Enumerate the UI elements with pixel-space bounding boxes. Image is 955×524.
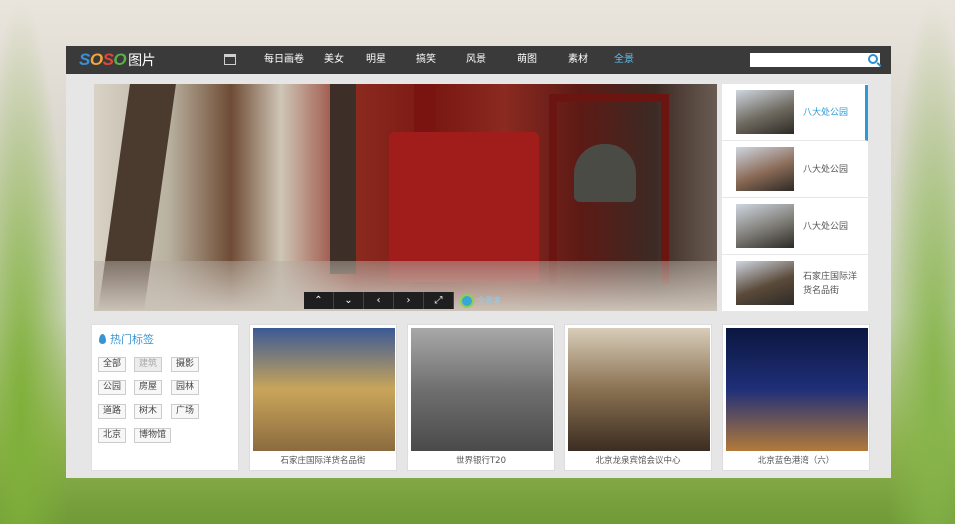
logo-letter-3: S bbox=[102, 50, 114, 69]
tag-chip[interactable]: 房屋 bbox=[134, 380, 163, 395]
side-list-item[interactable]: 八大处公园 bbox=[722, 85, 868, 141]
panorama-viewer[interactable]: ⌃ ⌄ ‹ › ⤢ 全景客 bbox=[94, 84, 717, 311]
card-thumbnail bbox=[411, 328, 553, 451]
side-item-label: 八大处公园 bbox=[803, 165, 849, 175]
background-blur-left bbox=[0, 0, 70, 524]
logo-letter-1: S bbox=[79, 50, 90, 69]
flame-icon bbox=[99, 334, 106, 344]
card-thumbnail bbox=[253, 328, 395, 451]
logo-letter-4: O bbox=[113, 50, 127, 69]
pan-right-icon[interactable]: › bbox=[394, 292, 424, 309]
card-caption: 石家庄国际洋货名品街 bbox=[280, 456, 366, 466]
nav-item[interactable]: 美女 bbox=[318, 46, 350, 74]
side-thumbnail bbox=[736, 261, 794, 305]
search-input[interactable] bbox=[750, 58, 860, 72]
side-item-label: 八大处公园 bbox=[803, 108, 849, 118]
nav-item[interactable]: 每日画卷 bbox=[250, 46, 318, 74]
side-list: 八大处公园 八大处公园 八大处公园 石家庄国际洋货名品街 bbox=[722, 84, 868, 312]
calendar-icon bbox=[224, 54, 236, 65]
card-thumbnail bbox=[726, 328, 868, 451]
tag-chip[interactable]: 道路 bbox=[98, 404, 127, 419]
brand-label: 全景客 bbox=[477, 296, 501, 305]
tree-trunk bbox=[330, 84, 356, 274]
panorama-card[interactable]: 北京龙泉宾馆会议中心 bbox=[564, 324, 712, 471]
hot-tags-panel: 热门标签 全部 建筑 摄影公园 房屋 园林道路 树木 广场北京 博物馆 bbox=[91, 324, 239, 471]
side-list-item[interactable]: 八大处公园 bbox=[722, 142, 868, 198]
category-nav: 每日画卷 美女 明星 搞笑 风景 萌图 素材 全景 bbox=[250, 46, 644, 74]
nav-item[interactable]: 搞笑 bbox=[402, 46, 450, 74]
brand-logo-icon bbox=[460, 293, 474, 308]
pan-left-icon[interactable]: ‹ bbox=[364, 292, 394, 309]
tag-chip[interactable]: 博物馆 bbox=[134, 428, 172, 443]
red-curtain bbox=[389, 132, 539, 282]
tag-chip[interactable]: 建筑 bbox=[134, 357, 163, 372]
nav-item[interactable]: 全景 bbox=[604, 46, 644, 74]
panorama-card[interactable]: 石家庄国际洋货名品街 bbox=[249, 324, 397, 471]
nav-item[interactable]: 素材 bbox=[552, 46, 604, 74]
card-caption: 世界银行T20 bbox=[455, 456, 506, 466]
temple-bell bbox=[574, 144, 636, 202]
soso-logo[interactable]: SOSO 图片 bbox=[79, 50, 156, 70]
pano-brand[interactable]: 全景客 bbox=[460, 292, 501, 309]
nav-item[interactable]: 风景 bbox=[450, 46, 502, 74]
hot-tags-title: 热门标签 bbox=[99, 331, 154, 347]
card-caption: 北京龙泉宾馆会议中心 bbox=[595, 456, 681, 466]
side-thumbnail bbox=[736, 204, 794, 248]
nav-item[interactable]: 明星 bbox=[350, 46, 402, 74]
card-thumbnail bbox=[568, 328, 710, 451]
tag-chip[interactable]: 广场 bbox=[171, 404, 200, 419]
side-thumbnail bbox=[736, 147, 794, 191]
page-frame: SOSO 图片 每日画卷 美女 明星 搞笑 风景 萌图 素材 全景 ⌃ ⌄ ‹ › ⤢ 全景客 八大处公… bbox=[66, 46, 891, 478]
logo-letter-2: O bbox=[89, 50, 103, 69]
tag-chip[interactable]: 北京 bbox=[98, 428, 127, 443]
search-box bbox=[750, 53, 880, 72]
nav-item[interactable]: 萌图 bbox=[502, 46, 552, 74]
top-nav-bar: SOSO 图片 每日画卷 美女 明星 搞笑 风景 萌图 素材 全景 bbox=[66, 46, 891, 74]
tag-chip[interactable]: 摄影 bbox=[171, 357, 200, 372]
panorama-card[interactable]: 世界银行T20 bbox=[407, 324, 555, 471]
pano-controls: ⌃ ⌄ ‹ › ⤢ bbox=[304, 292, 454, 309]
pan-up-icon[interactable]: ⌃ bbox=[304, 292, 334, 309]
tag-chip[interactable]: 全部 bbox=[98, 357, 127, 372]
pan-down-icon[interactable]: ⌄ bbox=[334, 292, 364, 309]
tag-chip[interactable]: 树木 bbox=[134, 404, 163, 419]
fullscreen-icon[interactable]: ⤢ bbox=[424, 292, 454, 309]
hot-tags-label: 热门标签 bbox=[110, 333, 154, 346]
side-item-label: 八大处公园 bbox=[803, 222, 849, 232]
panorama-card[interactable]: 北京蓝色港湾（六） bbox=[722, 324, 870, 471]
tag-chip[interactable]: 公园 bbox=[98, 380, 127, 395]
side-list-item[interactable]: 石家庄国际洋货名品街 bbox=[722, 256, 868, 312]
side-item-label: 石家庄国际洋货名品街 bbox=[803, 272, 858, 296]
tag-chip[interactable]: 园林 bbox=[171, 380, 200, 395]
side-list-item[interactable]: 八大处公园 bbox=[722, 199, 868, 255]
logo-text: 图片 bbox=[128, 52, 156, 68]
card-caption: 北京蓝色港湾（六） bbox=[757, 456, 835, 466]
search-icon[interactable] bbox=[868, 54, 878, 64]
side-thumbnail bbox=[736, 90, 794, 134]
background-blur-right bbox=[885, 0, 955, 524]
